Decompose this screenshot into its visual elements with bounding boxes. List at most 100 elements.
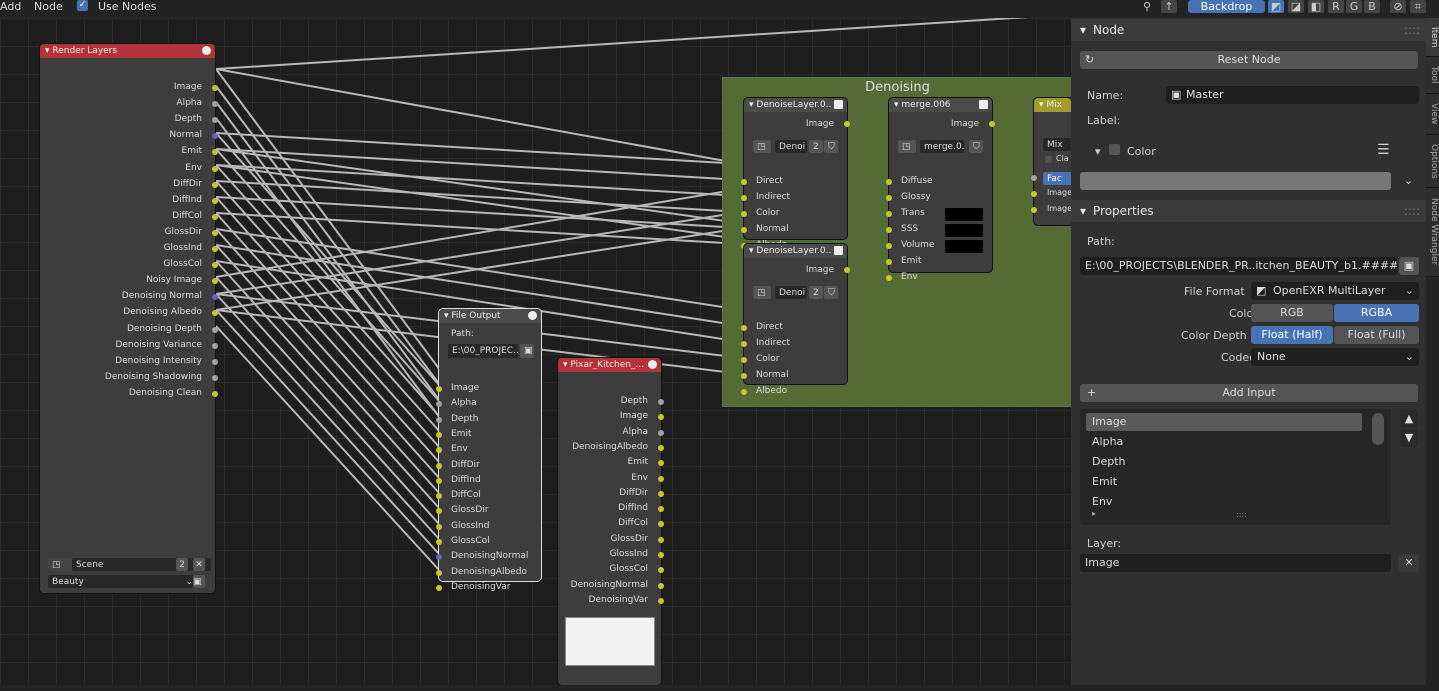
denoise1-input-socket[interactable] (741, 227, 747, 233)
pixar-output-socket[interactable] (658, 597, 664, 604)
denoise2-input-socket[interactable] (741, 341, 747, 347)
render-layers-output-socket[interactable] (212, 213, 218, 220)
render-layers-node[interactable]: ▾ Render Layers Image Alpha Depth Normal Emi… (40, 44, 218, 593)
file-output-header[interactable]: ▾ File Output (439, 309, 541, 323)
add-menu[interactable]: Add (0, 0, 21, 13)
layer-select[interactable]: Beauty ⌄ (48, 575, 197, 588)
fake-user-shield-icon[interactable]: ⛉ (824, 140, 838, 153)
file-output-input-socket[interactable] (436, 584, 442, 591)
denoise2-input-socket[interactable] (741, 357, 747, 363)
node-section-header[interactable]: ▾ Node :::: (1071, 19, 1426, 41)
denoise2-group-select[interactable]: Denoi (775, 286, 807, 299)
list-resize-handle[interactable]: :::: (1236, 510, 1247, 519)
denoise-layer-2-header[interactable]: ▾ DenoiseLayer.0.. (744, 244, 847, 258)
file-output-input-socket[interactable] (436, 462, 442, 469)
merge-input-socket[interactable] (886, 179, 892, 185)
tab-node-wrangler[interactable]: Node Wrangler (1426, 188, 1439, 277)
denoise2-output-socket[interactable] (844, 267, 850, 273)
render-layers-output-socket[interactable] (212, 165, 218, 172)
pixar-output-socket[interactable] (658, 475, 664, 482)
file-output-input-socket[interactable] (436, 493, 442, 500)
float-full-button[interactable]: Float (Full) (1334, 326, 1419, 344)
file-output-input-socket[interactable] (436, 554, 442, 561)
color-swatch[interactable] (1080, 172, 1391, 190)
denoise1-input-socket[interactable] (741, 179, 747, 185)
denoise-layer-1-header[interactable]: ▾ DenoiseLayer.0.. (744, 98, 847, 112)
file-output-input-socket[interactable] (436, 416, 442, 423)
pixar-output-socket[interactable] (658, 444, 664, 451)
scene-field[interactable]: Scene (72, 558, 211, 571)
render-layers-output-socket[interactable] (212, 229, 218, 236)
merge-header[interactable]: ▾ merge.006 (889, 98, 992, 112)
scene-users-count[interactable]: 2 (176, 558, 188, 571)
denoise1-users[interactable]: 2 (809, 140, 823, 153)
color-rgba-button[interactable]: RGBA (1334, 304, 1419, 322)
file-output-input-socket[interactable] (436, 523, 442, 530)
denoise2-input-socket[interactable] (741, 373, 747, 379)
pixar-output-socket[interactable] (658, 490, 664, 497)
file-output-input-socket[interactable] (436, 477, 442, 484)
list-scrollbar[interactable] (1372, 413, 1384, 445)
node-editor-canvas[interactable]: ▾ Render Layers Image Alpha Depth Normal Emi… (0, 18, 1071, 685)
name-field[interactable]: ▣ Master (1166, 86, 1419, 104)
file-output-input-socket[interactable] (436, 508, 442, 515)
pin-icon[interactable]: ⚲ (1139, 0, 1155, 13)
node-group-browse-icon[interactable]: ◳ (753, 140, 771, 153)
unlink-scene-icon[interactable]: ✕ (193, 558, 205, 571)
add-input-button[interactable]: + Add Input (1080, 384, 1418, 402)
file-output-input-socket[interactable] (436, 431, 442, 438)
drag-handle-icon[interactable]: :::: (1404, 19, 1420, 41)
pixar-kitchen-node[interactable]: ▾ Pixar_Kitchen_... Depth Image Alpha Denoi… (558, 358, 664, 685)
render-layers-output-socket[interactable] (212, 374, 218, 381)
mix-input2-socket[interactable] (1031, 207, 1037, 213)
mix-fac-socket[interactable] (1031, 175, 1037, 181)
file-output-input-socket[interactable] (436, 539, 442, 545)
inputs-list[interactable]: Image Alpha Depth Emit Env ▸ :::: (1080, 409, 1391, 525)
file-output-input-socket[interactable] (436, 569, 442, 576)
file-browse-icon[interactable]: ▣ (520, 344, 534, 358)
input-list-item[interactable]: Depth (1086, 453, 1362, 471)
snap-icon[interactable]: ⊘ (1390, 0, 1406, 13)
input-list-item[interactable]: Image (1086, 413, 1362, 431)
input-list-item[interactable]: Env (1086, 493, 1362, 511)
folder-icon[interactable]: ▣ (1399, 257, 1419, 275)
chevron-down-icon[interactable]: ▾ (1095, 145, 1101, 158)
scene-browse-icon[interactable]: ◳ (48, 558, 74, 571)
drag-handle-icon[interactable]: :::: (1404, 200, 1420, 222)
channel-r-button[interactable]: R (1328, 0, 1344, 13)
render-layers-header[interactable]: ▾ Render Layers (40, 44, 215, 58)
render-layers-output-socket[interactable] (212, 197, 218, 204)
tab-item[interactable]: Item (1426, 18, 1439, 57)
merge-node[interactable]: ▾ merge.006 Image ◳ merge.0.. ⛉ Diffuse G… (886, 98, 995, 282)
input-list-item[interactable]: Emit (1086, 473, 1362, 491)
denoise2-input-socket[interactable] (741, 325, 747, 331)
denoise1-input-socket[interactable] (741, 195, 747, 201)
merge-group-select[interactable]: merge.0.. (920, 140, 964, 153)
tab-options[interactable]: Options (1426, 135, 1439, 188)
overlay-icon[interactable]: ⌗ (1410, 0, 1426, 13)
render-layers-output-socket[interactable] (212, 358, 218, 365)
channel-color-icon[interactable]: ◪ (1288, 0, 1304, 13)
mix-blend-mode-select[interactable]: Mix (1043, 138, 1071, 151)
merge-input-socket[interactable] (886, 259, 892, 265)
remove-input-icon[interactable]: ✕ (1399, 554, 1419, 572)
node-group-browse-icon[interactable]: ◳ (898, 140, 916, 153)
use-nodes-checkbox[interactable]: ✓ (77, 0, 88, 11)
layer-field[interactable]: Image (1080, 554, 1391, 572)
channel-g-button[interactable]: G (1346, 0, 1362, 13)
render-layers-output-socket[interactable] (212, 181, 218, 188)
fake-user-shield-icon[interactable]: ⛉ (969, 140, 983, 153)
file-output-node[interactable]: ▾ File Output Path: E:\00_PROJEC... ▣ Im… (436, 309, 541, 592)
merge-input-socket[interactable] (886, 275, 892, 281)
reset-node-button[interactable]: ↻ Reset Node (1080, 51, 1418, 69)
list-icon[interactable]: ☰ (1377, 142, 1390, 158)
mix-fac-field[interactable]: Fac (1043, 172, 1071, 185)
mix-node[interactable]: ▾ Mix Mix Cla Fac Image Image (1031, 98, 1071, 225)
move-up-icon[interactable]: ▲ (1400, 410, 1418, 428)
trans-color-swatch[interactable] (945, 208, 983, 221)
render-layers-output-socket[interactable] (212, 390, 218, 397)
render-layers-output-socket[interactable] (212, 85, 218, 91)
pixar-output-socket[interactable] (658, 399, 664, 405)
codec-select[interactable]: None ⌄ (1251, 348, 1419, 366)
denoise-layer-node-1[interactable]: ▾ DenoiseLayer.0.. Image ◳ Denoi 2 ⛉ Dir… (741, 98, 850, 250)
